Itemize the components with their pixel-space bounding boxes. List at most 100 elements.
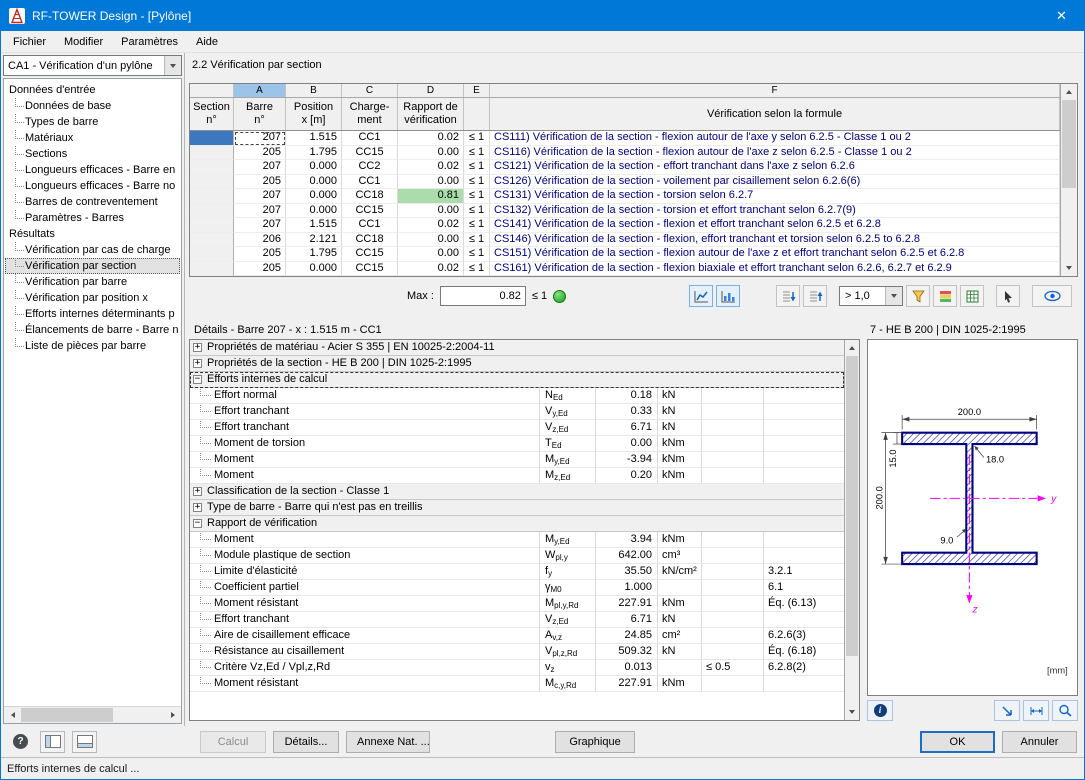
section-number-cell[interactable]	[190, 174, 234, 189]
header-rapport[interactable]: Rapport de vérification	[398, 98, 464, 130]
table-row[interactable]: 207 0.000 CC2 0.02 ≤ 1 CS121) Vérification de…	[190, 160, 1060, 175]
barre-cell[interactable]: 207	[234, 218, 286, 233]
expand-icon[interactable]: +	[193, 503, 202, 512]
formula-cell[interactable]: CS111) Vérification de la section - flex…	[490, 131, 1060, 146]
formula-cell[interactable]: CS141) Vérification de la section - flex…	[490, 218, 1060, 233]
col-letter-c[interactable]: C	[342, 84, 398, 97]
vscroll-thumb[interactable]	[1062, 100, 1076, 188]
sidebar-item[interactable]: Types de barre	[5, 114, 180, 130]
excel-export-button[interactable]	[960, 285, 984, 307]
limit-cell[interactable]: ≤ 1	[464, 203, 490, 218]
details-group-row[interactable]: + Propriétés de matériau - Acier S 355 | …	[190, 340, 844, 356]
sidebar-item[interactable]: Liste de pièces par barre	[5, 338, 180, 354]
position-cell[interactable]: 1.795	[286, 247, 342, 262]
details-row[interactable]: Moment de torsion TEd 0.00 kNm	[190, 436, 844, 452]
position-cell[interactable]: 0.000	[286, 174, 342, 189]
details-row[interactable]: Moment résistant Mc,y,Rd 227.91 kNm	[190, 676, 844, 692]
details-row[interactable]: Résistance au cisaillement Vpl,z,Rd 509.32…	[190, 644, 844, 660]
scroll-up-button[interactable]	[1061, 84, 1077, 100]
barre-cell[interactable]: 207	[234, 160, 286, 175]
vscroll-thumb[interactable]	[846, 356, 858, 656]
position-cell[interactable]: 1.515	[286, 131, 342, 146]
details-group-row[interactable]: − Rapport de vérification	[190, 516, 844, 532]
limit-cell[interactable]: ≤ 1	[464, 131, 490, 146]
sidebar-item[interactable]: Vérification par cas de charge	[5, 242, 180, 258]
barre-cell[interactable]: 207	[234, 189, 286, 204]
expand-icon[interactable]: +	[193, 487, 202, 496]
table-row[interactable]: 207 1.515 CC1 0.02 ≤ 1 CS111) Vérification de…	[190, 131, 1060, 146]
expand-icon[interactable]: +	[193, 359, 202, 368]
graphique-button[interactable]: Graphique	[555, 730, 635, 753]
loadcase-cell[interactable]: CC1	[342, 174, 398, 189]
visibility-button[interactable]	[1032, 285, 1072, 307]
loadcase-cell[interactable]: CC2	[342, 160, 398, 175]
loadcase-cell[interactable]: CC18	[342, 189, 398, 204]
sidebar-item[interactable]: Données de base	[5, 98, 180, 114]
scroll-thumb[interactable]	[21, 708, 113, 722]
loadcase-cell[interactable]: CC15	[342, 203, 398, 218]
table-row[interactable]: 206 2.121 CC18 0.00 ≤ 1 CS146) Vérification d…	[190, 232, 1060, 247]
position-cell[interactable]: 1.515	[286, 218, 342, 233]
zoom-fit-button[interactable]	[1052, 699, 1078, 721]
limit-cell[interactable]: ≤ 1	[464, 160, 490, 175]
ratio-cell[interactable]: 0.00	[398, 174, 464, 189]
header-limit[interactable]	[464, 98, 490, 130]
sidebar-item[interactable]: Efforts internes déterminants p	[5, 306, 180, 322]
section-number-cell[interactable]	[190, 232, 234, 247]
limit-cell[interactable]: ≤ 1	[464, 174, 490, 189]
section-number-cell[interactable]	[190, 203, 234, 218]
scroll-up-button[interactable]	[845, 340, 859, 356]
limit-cell[interactable]: ≤ 1	[464, 232, 490, 247]
result-values-button[interactable]	[716, 285, 740, 307]
table-row[interactable]: 205 0.000 CC1 0.00 ≤ 1 CS126) Vérification de…	[190, 174, 1060, 189]
select-in-graphic-button[interactable]	[996, 285, 1020, 307]
sort-descending-button[interactable]	[776, 285, 800, 307]
panel-layout-left-button[interactable]	[40, 730, 65, 753]
ratio-cell[interactable]: 0.00	[398, 232, 464, 247]
limit-cell[interactable]: ≤ 1	[464, 261, 490, 276]
section-number-cell[interactable]	[190, 261, 234, 276]
sidebar-item[interactable]: Matériaux	[5, 130, 180, 146]
formula-cell[interactable]: CS121) Vérification de la section - effo…	[490, 160, 1060, 175]
header-section[interactable]: Section n°	[190, 98, 234, 130]
ratio-cell[interactable]: 0.00	[398, 145, 464, 160]
info-button[interactable]: i	[867, 699, 893, 721]
col-letter-a[interactable]: A	[234, 84, 286, 97]
ratio-cell[interactable]: 0.00	[398, 247, 464, 262]
col-letter-b[interactable]: B	[286, 84, 342, 97]
help-button[interactable]: ?	[8, 731, 33, 753]
scroll-right-button[interactable]	[164, 707, 181, 723]
limit-cell[interactable]: ≤ 1	[464, 189, 490, 204]
sidebar-item[interactable]: Vérification par section	[5, 258, 180, 274]
details-row[interactable]: Moment My,Ed -3.94 kNm	[190, 452, 844, 468]
loadcase-cell[interactable]: CC18	[342, 232, 398, 247]
table-row[interactable]: 205 1.795 CC15 0.00 ≤ 1 CS151) Vérification d…	[190, 247, 1060, 262]
collapse-icon[interactable]: −	[193, 375, 202, 384]
details-row[interactable]: Effort tranchant Vz,Ed 6.71 kN	[190, 612, 844, 628]
menu-modifier[interactable]: Modifier	[55, 33, 112, 51]
menu-parametres[interactable]: Paramètres	[112, 33, 187, 51]
loadcase-cell[interactable]: CC1	[342, 218, 398, 233]
sidebar-item[interactable]: Élancements de barre - Barre n	[5, 322, 180, 338]
barre-cell[interactable]: 205	[234, 174, 286, 189]
annexe-nat-button[interactable]: Annexe Nat. ...	[346, 730, 430, 753]
barre-cell[interactable]: 207	[234, 131, 286, 146]
filter-threshold-dropdown[interactable]: > 1,0	[839, 286, 903, 306]
details-row[interactable]: Limite d'élasticité fy 35.50 kN/cm² 3.2.1	[190, 564, 844, 580]
loadcase-cell[interactable]: CC15	[342, 261, 398, 276]
col-corner[interactable]	[190, 84, 234, 97]
position-cell[interactable]: 2.121	[286, 232, 342, 247]
details-row[interactable]: Effort tranchant Vy,Ed 0.33 kN	[190, 404, 844, 420]
scroll-down-button[interactable]	[1061, 260, 1077, 276]
formula-cell[interactable]: CS131) Vérification de la section - tors…	[490, 189, 1060, 204]
menu-aide[interactable]: Aide	[187, 33, 227, 51]
section-number-cell[interactable]	[190, 218, 234, 233]
position-cell[interactable]: 0.000	[286, 261, 342, 276]
table-row[interactable]: 207 0.000 CC15 0.00 ≤ 1 CS132) Vérification d…	[190, 203, 1060, 218]
navigator-group[interactable]: Données d'entrée	[5, 82, 180, 98]
details-row[interactable]: Moment Mz,Ed 0.20 kNm	[190, 468, 844, 484]
table-row[interactable]: 205 0.000 CC15 0.02 ≤ 1 CS161) Vérification d…	[190, 261, 1060, 276]
details-group-row[interactable]: + Propriétés de la section - HE B 200 | D…	[190, 356, 844, 372]
formula-cell[interactable]: CS146) Vérification de la section - flex…	[490, 232, 1060, 247]
details-group-row[interactable]: − Efforts internes de calcul	[190, 372, 844, 388]
